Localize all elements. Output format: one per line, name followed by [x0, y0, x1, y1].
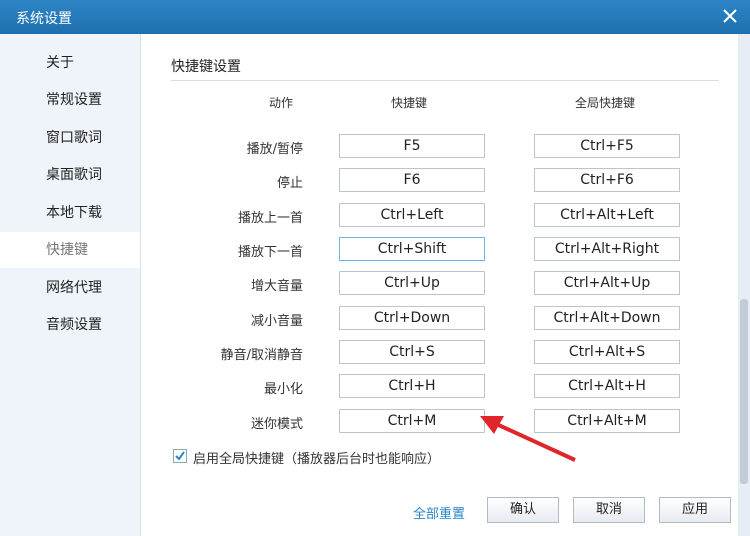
window-title: 系统设置	[16, 11, 72, 27]
hotkey-field[interactable]: Ctrl+Up	[339, 271, 485, 295]
apply-button[interactable]: 应用	[659, 497, 731, 523]
action-label: 最小化	[263, 382, 303, 397]
scrollbar[interactable]	[738, 34, 750, 536]
sidebar-item-label: 音频设置	[46, 317, 102, 333]
sidebar-item-network-proxy[interactable]: 网络代理	[0, 270, 140, 306]
divider	[171, 80, 719, 81]
hotkey-field[interactable]: Ctrl+Left	[339, 203, 485, 227]
action-label: 减小音量	[250, 314, 303, 329]
hotkey-field[interactable]: Ctrl+S	[339, 340, 485, 364]
title-bar[interactable]: 系统设置	[0, 0, 750, 34]
sidebar-item-desktop-lyrics[interactable]: 桌面歌词	[0, 157, 140, 193]
hotkey-field[interactable]: Ctrl+Shift	[339, 237, 485, 261]
sidebar-item-hotkeys[interactable]: 快捷键	[0, 232, 140, 268]
global-hotkey-field[interactable]: Ctrl+Alt+H	[534, 374, 680, 398]
global-hotkey-checkbox-label[interactable]: 启用全局快捷键（播放器后台时也能响应）	[193, 448, 440, 467]
hotkey-field[interactable]: Ctrl+Down	[339, 306, 485, 330]
global-hotkey-field[interactable]: Ctrl+Alt+Up	[534, 271, 680, 295]
global-hotkey-field[interactable]: Ctrl+Alt+S	[534, 340, 680, 364]
ok-button[interactable]: 确认	[487, 497, 559, 523]
global-hotkey-field[interactable]: Ctrl+Alt+Right	[534, 237, 680, 261]
header-action: 动作	[269, 96, 294, 110]
global-hotkey-checkbox[interactable]	[173, 449, 187, 463]
sidebar-item-label: 关于	[46, 55, 74, 71]
sidebar-item-audio[interactable]: 音频设置	[0, 307, 140, 343]
sidebar-item-label: 桌面歌词	[46, 167, 102, 183]
hotkey-field[interactable]: F5	[339, 134, 485, 158]
action-label: 静音/取消静音	[220, 348, 303, 363]
global-hotkey-field[interactable]: Ctrl+F5	[534, 134, 680, 158]
close-icon[interactable]	[718, 4, 742, 28]
scrollbar-thumb[interactable]	[740, 299, 748, 484]
hotkey-field[interactable]: F6	[339, 168, 485, 192]
sidebar: 关于 常规设置 窗口歌词 桌面歌词 本地下载 快捷键 网络代理 音频设置	[0, 34, 141, 536]
red-arrow-icon	[480, 416, 576, 462]
action-label: 停止	[276, 176, 303, 191]
cancel-button[interactable]: 取消	[573, 497, 645, 523]
hotkey-settings-panel: 快捷键设置 动作 快捷键 全局快捷键 播放/暂停 F5 Ctrl+F5 停止 F…	[141, 34, 738, 536]
section-title: 快捷键设置	[171, 59, 241, 75]
sidebar-item-general[interactable]: 常规设置	[0, 82, 140, 118]
sidebar-item-about[interactable]: 关于	[0, 45, 140, 81]
hotkey-field[interactable]: Ctrl+M	[339, 409, 485, 433]
global-hotkey-field[interactable]: Ctrl+F6	[534, 168, 680, 192]
sidebar-item-label: 窗口歌词	[46, 130, 102, 146]
sidebar-item-label: 常规设置	[46, 92, 102, 108]
action-label: 播放上一首	[237, 211, 303, 226]
global-hotkey-field[interactable]: Ctrl+Alt+Left	[534, 203, 680, 227]
header-hotkey: 快捷键	[391, 96, 428, 110]
global-hotkey-field[interactable]: Ctrl+Alt+Down	[534, 306, 680, 330]
sidebar-item-window-lyrics[interactable]: 窗口歌词	[0, 120, 140, 156]
settings-window: 系统设置 关于 常规设置 窗口歌词 桌面歌词 本地下载 快捷键 网络代理 音频设…	[0, 0, 750, 536]
action-label: 增大音量	[250, 279, 303, 294]
sidebar-item-local-download[interactable]: 本地下载	[0, 195, 140, 231]
sidebar-item-label: 快捷键	[46, 242, 88, 258]
header-global-hotkey: 全局快捷键	[575, 96, 636, 110]
action-label: 迷你模式	[250, 417, 303, 432]
action-label: 播放下一首	[237, 245, 303, 260]
reset-all-link[interactable]: 全部重置	[413, 503, 465, 522]
sidebar-item-label: 本地下载	[46, 205, 102, 221]
hotkey-field[interactable]: Ctrl+H	[339, 374, 485, 398]
checkmark-icon	[175, 451, 185, 461]
action-label: 播放/暂停	[246, 142, 303, 157]
sidebar-item-label: 网络代理	[46, 280, 102, 296]
